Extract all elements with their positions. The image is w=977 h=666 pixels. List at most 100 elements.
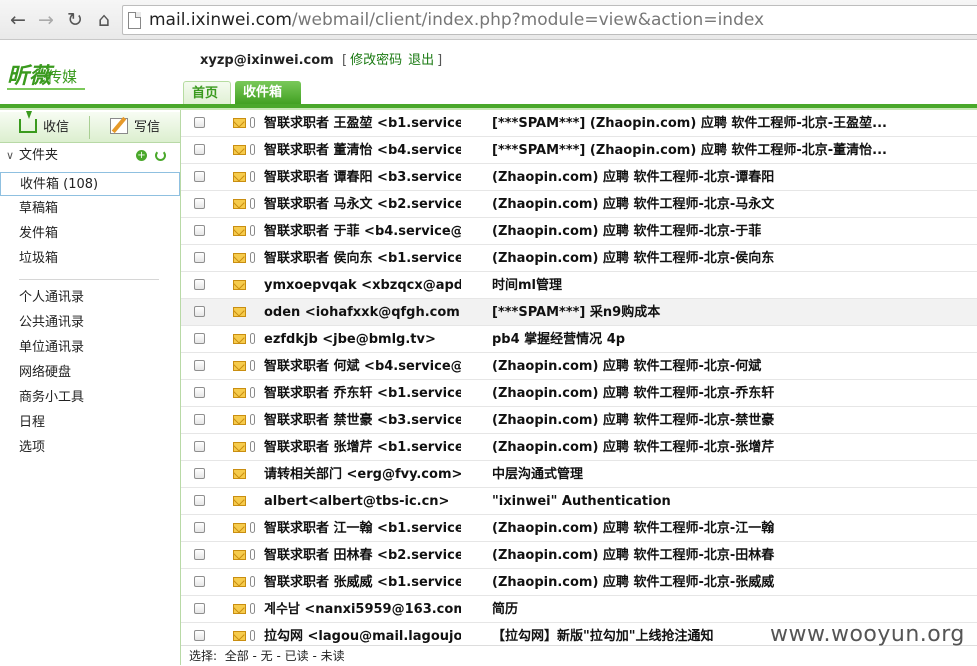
sidebar-tool-item[interactable]: 日程 bbox=[19, 411, 45, 435]
mail-row[interactable]: 智联求职者 禁世豪 <b3.service@zhaopinmail.com> (Z… bbox=[181, 407, 977, 434]
row-checkbox[interactable] bbox=[194, 630, 205, 641]
url-text[interactable]: mail.ixinwei.com/webmail/client/index.ph… bbox=[149, 10, 764, 30]
mail-row[interactable]: 智联求职者 谭春阳 <b3.service@zhaopinmail.com> (Z… bbox=[181, 164, 977, 191]
mail-subject[interactable]: (Zhaopin.com) 应聘 软件工程师-北京-禁世豪 bbox=[492, 407, 962, 434]
select-read-link[interactable]: 已读 bbox=[285, 649, 309, 663]
row-checkbox[interactable] bbox=[194, 306, 205, 317]
sidebar-tool-item[interactable]: 公共通讯录 bbox=[19, 311, 84, 335]
row-checkbox[interactable] bbox=[194, 144, 205, 155]
mail-row[interactable]: 계수남 <nanxi5959@163.com> 简历 bbox=[181, 596, 977, 623]
mail-subject[interactable]: (Zhaopin.com) 应聘 软件工程师-北京-田林春 bbox=[492, 542, 962, 569]
sidebar-folder-item[interactable]: 发件箱 bbox=[19, 222, 58, 246]
mail-sender[interactable]: ezfdkjb <jbe@bmlg.tv> bbox=[264, 326, 461, 353]
row-checkbox[interactable] bbox=[194, 522, 205, 533]
mail-sender[interactable]: 智联求职者 侯向东 <b1.service@zhaopinmail.com> bbox=[264, 245, 461, 272]
mail-sender[interactable]: 智联求职者 何斌 <b4.service@zhaopinmail.com> bbox=[264, 353, 461, 380]
mail-sender[interactable]: ymxoepvqak <xbzqcx@apd.com> bbox=[264, 272, 461, 299]
row-checkbox[interactable] bbox=[194, 333, 205, 344]
row-checkbox[interactable] bbox=[194, 198, 205, 209]
mail-row[interactable]: 智联求职者 董清怡 <b4.service@zhaopinmail.com> [*… bbox=[181, 137, 977, 164]
mail-sender[interactable]: 请转相关部门 <erg@fvy.com> bbox=[264, 461, 461, 488]
mail-subject[interactable]: 简历 bbox=[492, 596, 962, 623]
receive-button[interactable]: 收信 bbox=[19, 111, 69, 143]
mail-subject[interactable]: (Zhaopin.com) 应聘 软件工程师-北京-张威威 bbox=[492, 569, 962, 596]
home-icon[interactable]: ⌂ bbox=[92, 8, 116, 32]
address-bar[interactable]: mail.ixinwei.com/webmail/client/index.ph… bbox=[122, 5, 977, 35]
row-checkbox[interactable] bbox=[194, 279, 205, 290]
mail-subject[interactable]: [***SPAM***] (Zhaopin.com) 应聘 软件工程师-北京-王… bbox=[492, 110, 962, 137]
mail-row[interactable]: oden <iohafxxk@qfgh.com> [***SPAM***] 采n9… bbox=[181, 299, 977, 326]
add-folder-icon[interactable]: + bbox=[136, 150, 147, 161]
mail-row[interactable]: 智联求职者 田林春 <b2.service@zhaopinmail.com> (Z… bbox=[181, 542, 977, 569]
mail-row[interactable]: 请转相关部门 <erg@fvy.com> 中层沟通式管理 bbox=[181, 461, 977, 488]
mail-row[interactable]: ezfdkjb <jbe@bmlg.tv> pb4 掌握经营情况 4p bbox=[181, 326, 977, 353]
mail-sender[interactable]: 智联求职者 董清怡 <b4.service@zhaopinmail.com> bbox=[264, 137, 461, 164]
mail-subject[interactable]: "ixinwei" Authentication bbox=[492, 488, 962, 515]
refresh-icon[interactable] bbox=[155, 150, 166, 161]
mail-sender[interactable]: 智联求职者 江一翰 <b1.service@zhaopinmail.com> bbox=[264, 515, 461, 542]
select-unread-link[interactable]: 未读 bbox=[321, 649, 345, 663]
sidebar-folder-item[interactable]: 草稿箱 bbox=[19, 197, 58, 221]
sidebar-tool-item[interactable]: 单位通讯录 bbox=[19, 336, 84, 360]
tab-home[interactable]: 首页 bbox=[183, 81, 231, 105]
mail-subject[interactable]: [***SPAM***] (Zhaopin.com) 应聘 软件工程师-北京-董… bbox=[492, 137, 962, 164]
row-checkbox[interactable] bbox=[194, 414, 205, 425]
mail-sender[interactable]: 智联求职者 于菲 <b4.service@zhaopinmail.com> bbox=[264, 218, 461, 245]
row-checkbox[interactable] bbox=[194, 171, 205, 182]
mail-sender[interactable]: 智联求职者 禁世豪 <b3.service@zhaopinmail.com> bbox=[264, 407, 461, 434]
mail-row[interactable]: 智联求职者 侯向东 <b1.service@zhaopinmail.com> (Z… bbox=[181, 245, 977, 272]
sidebar-tool-item[interactable]: 网络硬盘 bbox=[19, 361, 71, 385]
mail-sender[interactable]: 拉勾网 <lagou@mail.lagoujobs.com> bbox=[264, 623, 461, 645]
mail-row[interactable]: 智联求职者 张威威 <b1.service@zhaopinmail.com> (Z… bbox=[181, 569, 977, 596]
mail-subject[interactable]: [***SPAM***] 采n9购成本 bbox=[492, 299, 962, 326]
mail-row[interactable]: 智联求职者 于菲 <b4.service@zhaopinmail.com> (Zh… bbox=[181, 218, 977, 245]
folders-header[interactable]: ∨ 文件夹 + bbox=[0, 144, 180, 168]
mail-sender[interactable]: 智联求职者 田林春 <b2.service@zhaopinmail.com> bbox=[264, 542, 461, 569]
row-checkbox[interactable] bbox=[194, 549, 205, 560]
row-checkbox[interactable] bbox=[194, 495, 205, 506]
row-checkbox[interactable] bbox=[194, 468, 205, 479]
forward-icon[interactable]: → bbox=[34, 8, 58, 32]
row-checkbox[interactable] bbox=[194, 576, 205, 587]
mail-subject[interactable]: (Zhaopin.com) 应聘 软件工程师-北京-张增芹 bbox=[492, 434, 962, 461]
change-password-link[interactable]: 修改密码 bbox=[350, 53, 402, 68]
mail-row[interactable]: 智联求职者 江一翰 <b1.service@zhaopinmail.com> (Z… bbox=[181, 515, 977, 542]
mail-subject[interactable]: (Zhaopin.com) 应聘 软件工程师-北京-谭春阳 bbox=[492, 164, 962, 191]
compose-button[interactable]: 写信 bbox=[110, 112, 160, 143]
select-none-link[interactable]: 无 bbox=[261, 649, 273, 663]
mail-row[interactable]: 智联求职者 王盈堃 <b1.service@zhaopinmail.com> [*… bbox=[181, 110, 977, 137]
logout-link[interactable]: 退出 bbox=[408, 53, 434, 68]
row-checkbox[interactable] bbox=[194, 387, 205, 398]
sidebar-folder-item[interactable]: 垃圾箱 bbox=[19, 247, 58, 271]
chevron-down-icon[interactable]: ∨ bbox=[6, 144, 14, 168]
mail-row[interactable]: 智联求职者 何斌 <b4.service@zhaopinmail.com> (Zh… bbox=[181, 353, 977, 380]
row-checkbox[interactable] bbox=[194, 117, 205, 128]
mail-sender[interactable]: albert<albert@tbs-ic.cn> bbox=[264, 488, 461, 515]
mail-row[interactable]: 智联求职者 张增芹 <b1.service@zhaopinmail.com> (Z… bbox=[181, 434, 977, 461]
sidebar-folder-item[interactable]: 收件箱 (108) bbox=[0, 172, 180, 196]
mail-sender[interactable]: 智联求职者 王盈堃 <b1.service@zhaopinmail.com> bbox=[264, 110, 461, 137]
mail-sender[interactable]: 智联求职者 马永文 <b2.service@zhaopinmail.com> bbox=[264, 191, 461, 218]
mail-sender[interactable]: oden <iohafxxk@qfgh.com> bbox=[264, 299, 461, 326]
mail-subject[interactable]: 中层沟通式管理 bbox=[492, 461, 962, 488]
mail-sender[interactable]: 智联求职者 谭春阳 <b3.service@zhaopinmail.com> bbox=[264, 164, 461, 191]
mail-row[interactable]: 智联求职者 乔东轩 <b1.service@zhaopinmail.com> (Z… bbox=[181, 380, 977, 407]
mail-sender[interactable]: 智联求职者 张威威 <b1.service@zhaopinmail.com> bbox=[264, 569, 461, 596]
mail-subject[interactable]: (Zhaopin.com) 应聘 软件工程师-北京-江一翰 bbox=[492, 515, 962, 542]
mail-row[interactable]: 智联求职者 马永文 <b2.service@zhaopinmail.com> (Z… bbox=[181, 191, 977, 218]
mail-subject[interactable]: (Zhaopin.com) 应聘 软件工程师-北京-侯向东 bbox=[492, 245, 962, 272]
mail-subject[interactable]: pb4 掌握经营情况 4p bbox=[492, 326, 962, 353]
row-checkbox[interactable] bbox=[194, 225, 205, 236]
mail-sender[interactable]: 계수남 <nanxi5959@163.com> bbox=[264, 596, 461, 623]
back-icon[interactable]: ← bbox=[6, 8, 30, 32]
sidebar-tool-item[interactable]: 商务小工具 bbox=[19, 386, 84, 410]
row-checkbox[interactable] bbox=[194, 360, 205, 371]
mail-sender[interactable]: 智联求职者 张增芹 <b1.service@zhaopinmail.com> bbox=[264, 434, 461, 461]
mail-subject[interactable]: (Zhaopin.com) 应聘 软件工程师-北京-于菲 bbox=[492, 218, 962, 245]
row-checkbox[interactable] bbox=[194, 252, 205, 263]
mail-sender[interactable]: 智联求职者 乔东轩 <b1.service@zhaopinmail.com> bbox=[264, 380, 461, 407]
reload-icon[interactable]: ↻ bbox=[63, 8, 87, 32]
sidebar-tool-item[interactable]: 个人通讯录 bbox=[19, 286, 84, 310]
mail-subject[interactable]: (Zhaopin.com) 应聘 软件工程师-北京-马永文 bbox=[492, 191, 962, 218]
select-all-link[interactable]: 全部 bbox=[225, 649, 249, 663]
